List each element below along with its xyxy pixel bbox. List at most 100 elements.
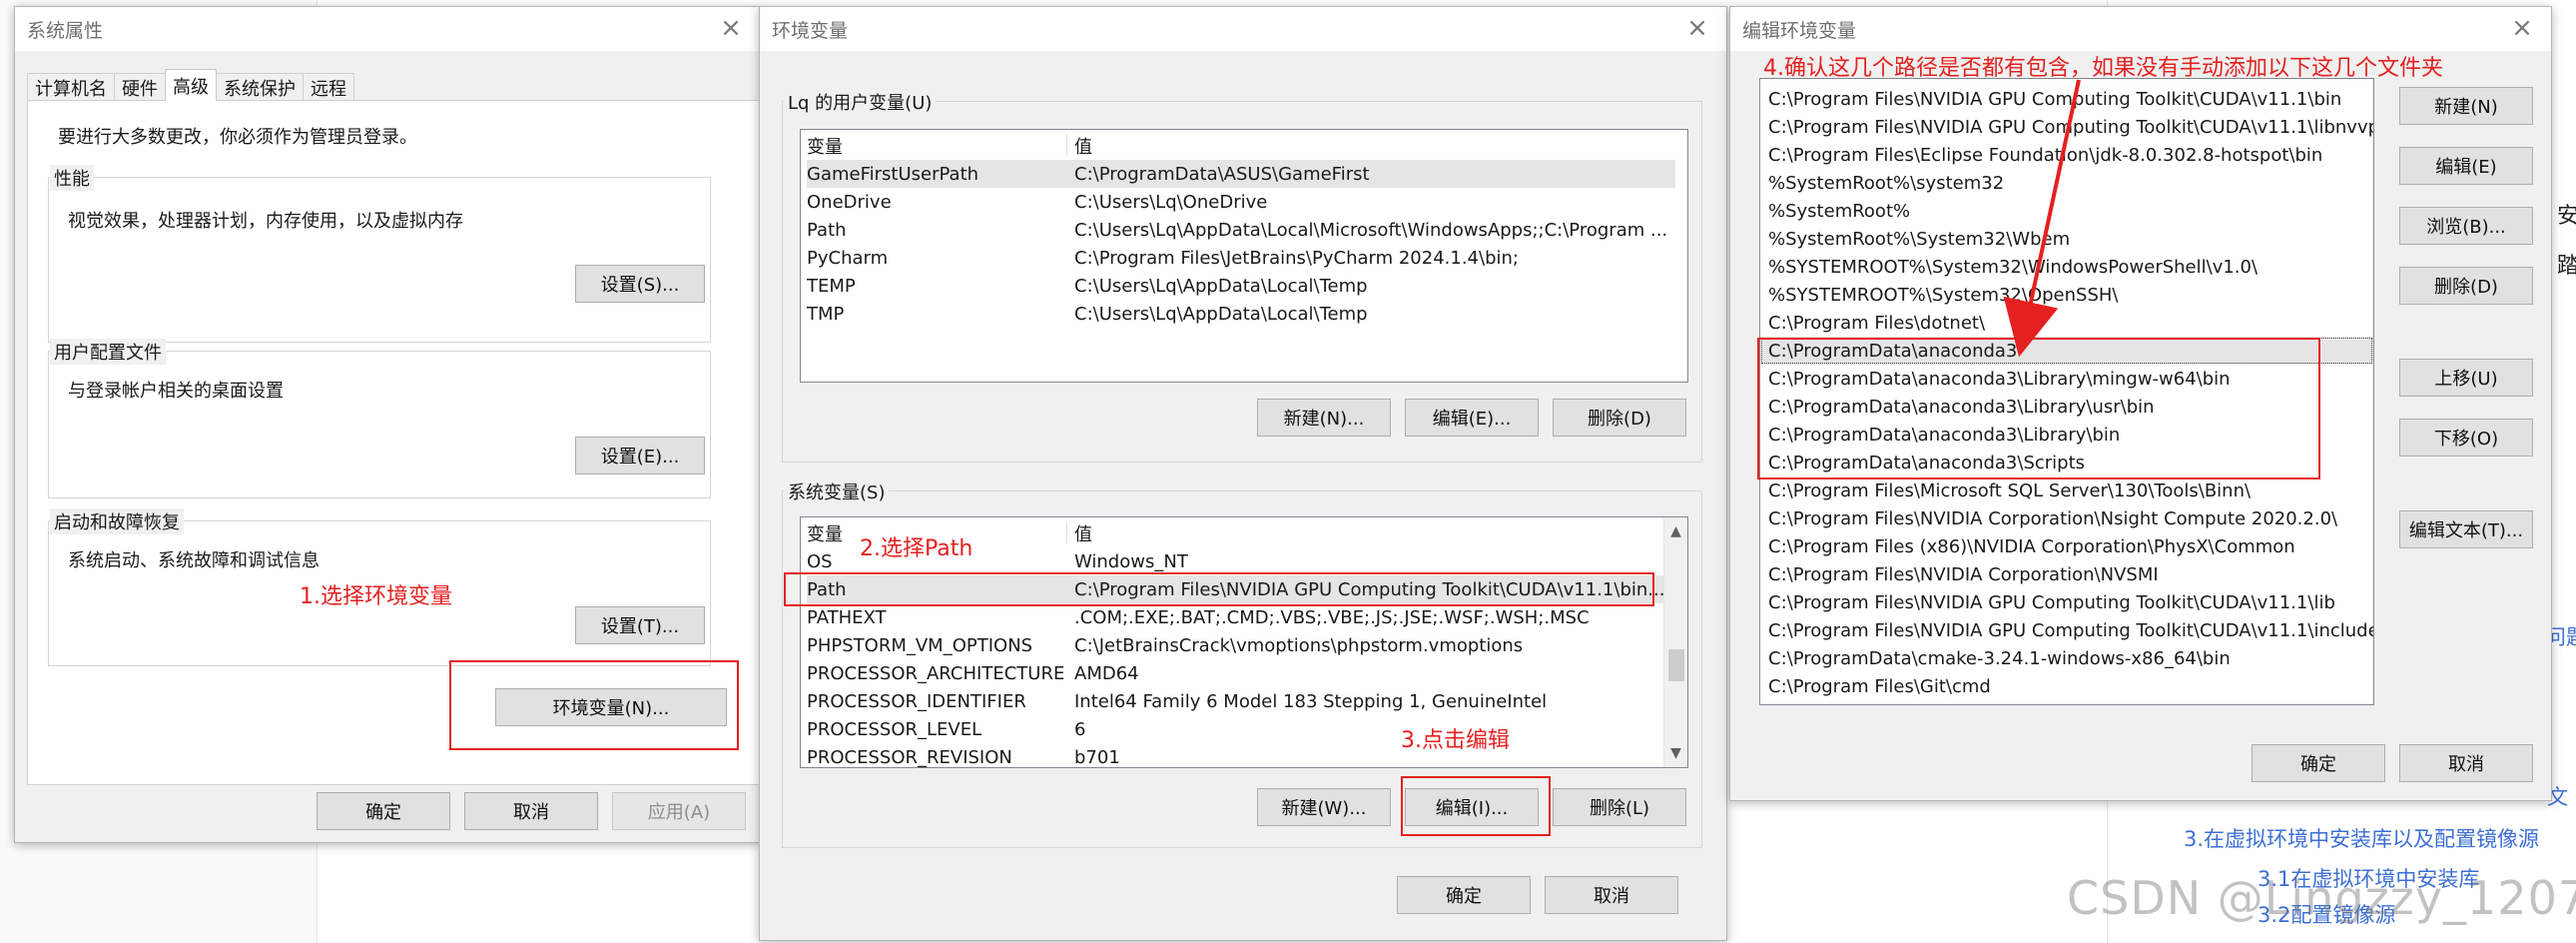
table-row[interactable]: PROCESSOR_REVISION b701 <box>807 743 1665 768</box>
ok-button[interactable]: 确定 <box>317 792 450 830</box>
variable-name: OneDrive <box>807 191 892 213</box>
variable-value: Intel64 Family 6 Model 183 Stepping 1, G… <box>1074 690 1548 712</box>
variable-value: 6 <box>1074 718 1086 740</box>
edit-cancel-button[interactable]: 取消 <box>2399 744 2533 782</box>
table-row[interactable]: OneDrive C:\Users\Lq\OneDrive <box>807 188 1675 216</box>
table-row[interactable]: PROCESSOR_LEVEL 6 <box>807 715 1665 743</box>
user-delete-button[interactable]: 删除(D) <box>1553 399 1686 437</box>
variable-name: GameFirstUserPath <box>807 163 979 185</box>
scroll-down-icon[interactable]: ▼ <box>1664 743 1687 763</box>
edit-ok-button[interactable]: 确定 <box>2252 744 2385 782</box>
path-list-item[interactable]: %SYSTEMROOT%\System32\OpenSSH\ <box>1760 281 2373 309</box>
system-table-scrollbar[interactable]: ▲ ▼ <box>1663 517 1687 767</box>
close-icon[interactable]: × <box>718 15 744 41</box>
system-new-button[interactable]: 新建(W)... <box>1257 788 1391 826</box>
highlight-edit-button <box>1401 776 1551 836</box>
path-list-item[interactable]: %SystemRoot%\system32 <box>1760 169 2373 197</box>
scroll-up-icon[interactable]: ▲ <box>1664 521 1687 541</box>
env-ok-button[interactable]: 确定 <box>1397 876 1531 914</box>
variable-name: PROCESSOR_REVISION <box>807 746 1012 768</box>
close-icon[interactable]: × <box>2509 15 2535 41</box>
watermark: CSDN @Lingzzy_1207 <box>2067 871 2576 925</box>
path-list-item[interactable]: C:\Program Files\NVIDIA Corporation\NVSM… <box>1760 560 2373 588</box>
table-row[interactable]: PyCharm C:\Program Files\JetBrains\PyChar… <box>807 244 1675 272</box>
path-list-item[interactable]: %SystemRoot%\System32\Wbem <box>1760 225 2373 253</box>
variable-value: C:\Users\Lq\AppData\Local\Microsoft\Wind… <box>1074 219 1668 241</box>
path-list-item[interactable]: C:\Program Files\NVIDIA Corporation\Nsig… <box>1760 504 2373 532</box>
new-path-button[interactable]: 新建(N) <box>2399 87 2533 125</box>
performance-desc: 视觉效果，处理器计划，内存使用，以及虚拟内存 <box>68 211 463 232</box>
user-new-button[interactable]: 新建(N)... <box>1257 399 1391 437</box>
path-list-item[interactable]: C:\Program Files\Eclipse Foundation\jdk-… <box>1760 141 2373 169</box>
column-divider[interactable] <box>1066 134 1067 156</box>
delete-path-button[interactable]: 删除(D) <box>2399 267 2533 305</box>
user-edit-button[interactable]: 编辑(E)... <box>1405 399 1539 437</box>
table-row[interactable]: PROCESSOR_ARCHITECTURE AMD64 <box>807 659 1665 687</box>
user-profile-label: 用户配置文件 <box>50 339 166 365</box>
variable-name: Path <box>807 219 847 241</box>
path-list-item[interactable]: C:\Program Files\NVIDIA GPU Computing To… <box>1760 588 2373 616</box>
path-list-item[interactable]: %SystemRoot% <box>1760 197 2373 225</box>
annotation-step1: 1.选择环境变量 <box>300 584 452 609</box>
system-delete-button[interactable]: 删除(L) <box>1553 788 1686 826</box>
performance-settings-button[interactable]: 设置(S)... <box>575 265 705 303</box>
tab-remote[interactable]: 远程 <box>303 73 354 101</box>
apply-button[interactable]: 应用(A) <box>612 792 746 830</box>
variable-value: AMD64 <box>1074 662 1139 684</box>
user-profile-group <box>48 351 711 498</box>
tab-advanced[interactable]: 高级 <box>165 69 217 101</box>
window-title: 编辑环境变量 <box>1742 19 1857 42</box>
system-variables-label: 系统变量(S) <box>784 478 890 504</box>
scrollbar-thumb[interactable] <box>1668 649 1684 681</box>
column-header-variable[interactable]: 变量 <box>807 133 1066 159</box>
annotation-step3: 3.点击编辑 <box>1401 728 1510 753</box>
tab-system-protection[interactable]: 系统保护 <box>216 73 304 101</box>
variable-value: C:\Users\Lq\AppData\Local\Temp <box>1074 303 1368 325</box>
tab-hardware[interactable]: 硬件 <box>114 73 166 101</box>
table-row[interactable]: TEMP C:\Users\Lq\AppData\Local\Temp <box>807 272 1675 300</box>
column-header-value[interactable]: 值 <box>1074 133 1673 159</box>
close-icon[interactable]: × <box>1684 15 1710 41</box>
path-list-item[interactable]: %SYSTEMROOT%\System32\WindowsPowerShell\… <box>1760 253 2373 281</box>
path-list-item[interactable]: C:\Program Files (x86)\NVIDIA Corporatio… <box>1760 532 2373 560</box>
user-profile-settings-button[interactable]: 设置(E)... <box>575 437 705 474</box>
advanced-tab-panel: 要进行大多数更改，你必须作为管理员登录。 性能 视觉效果，处理器计划，内存使用，… <box>27 100 762 785</box>
edit-path-button[interactable]: 编辑(E) <box>2399 147 2533 185</box>
move-down-button[interactable]: 下移(O) <box>2399 419 2533 457</box>
table-row[interactable]: GameFirstUserPath C:\ProgramData\ASUS\Gam… <box>807 160 1675 188</box>
user-profile-desc: 与登录帐户相关的桌面设置 <box>68 381 284 402</box>
article-line[interactable]: 3.在虚拟环境中安装库以及配置镜像源 <box>2184 823 2539 853</box>
edit-text-button[interactable]: 编辑文本(T)... <box>2399 510 2533 548</box>
variable-name: PROCESSOR_ARCHITECTURE <box>807 662 1065 684</box>
table-row[interactable]: PHPSTORM_VM_OPTIONS C:\JetBrainsCrack\vmo… <box>807 631 1665 659</box>
path-list-item[interactable]: C:\ProgramData\cmake-3.24.1-windows-x86_… <box>1760 644 2373 672</box>
variable-name: PyCharm <box>807 247 889 269</box>
user-variables-table[interactable]: 变量 值 GameFirstUserPath C:\ProgramData\ASU… <box>800 129 1688 383</box>
environment-variables-window: 环境变量 × Lq 的用户变量(U) 变量 值 GameFirstUserPat… <box>759 6 1727 941</box>
path-list-item[interactable]: C:\Program Files\dotnet\ <box>1760 309 2373 337</box>
path-list-item[interactable]: C:\Program Files\Microsoft SQL Server\13… <box>1760 476 2373 504</box>
variable-value: C:\Program Files\JetBrains\PyCharm 2024.… <box>1074 247 1519 269</box>
move-up-button[interactable]: 上移(U) <box>2399 359 2533 397</box>
env-cancel-button[interactable]: 取消 <box>1545 876 1678 914</box>
table-row[interactable]: TMP C:\Users\Lq\AppData\Local\Temp <box>807 300 1675 328</box>
cancel-button[interactable]: 取消 <box>464 792 598 830</box>
tab-computer-name[interactable]: 计算机名 <box>27 73 115 101</box>
path-list-item[interactable]: C:\Program Files\NVIDIA GPU Computing To… <box>1760 85 2373 113</box>
column-divider[interactable] <box>1066 521 1067 543</box>
system-properties-titlebar: 系统属性 × <box>15 7 760 51</box>
path-list-item[interactable]: C:\Program Files\NVIDIA GPU Computing To… <box>1760 113 2373 141</box>
edit-env-titlebar: 编辑环境变量 × <box>1730 7 2551 51</box>
browse-button[interactable]: 浏览(B)... <box>2399 207 2533 245</box>
env-titlebar: 环境变量 × <box>760 7 1726 51</box>
startup-settings-button[interactable]: 设置(T)... <box>575 606 705 644</box>
variable-name: PATHEXT <box>807 606 887 628</box>
column-header-value[interactable]: 值 <box>1074 520 1673 546</box>
table-row[interactable]: PROCESSOR_IDENTIFIER Intel64 Family 6 Mod… <box>807 687 1665 715</box>
path-list-item[interactable]: C:\Program Files\NVIDIA GPU Computing To… <box>1760 616 2373 644</box>
table-row[interactable]: PATHEXT .COM;.EXE;.BAT;.CMD;.VBS;.VBE;.JS… <box>807 603 1665 631</box>
annotation-step4: 4.确认这几个路径是否都有包含，如果没有手动添加以下这几个文件夹 <box>1763 56 2443 81</box>
path-list-item[interactable]: C:\Program Files\Git\cmd <box>1760 672 2373 700</box>
table-row[interactable]: Path C:\Users\Lq\AppData\Local\Microsoft\… <box>807 216 1675 244</box>
variable-value: C:\JetBrainsCrack\vmoptions\phpstorm.vmo… <box>1074 634 1524 656</box>
